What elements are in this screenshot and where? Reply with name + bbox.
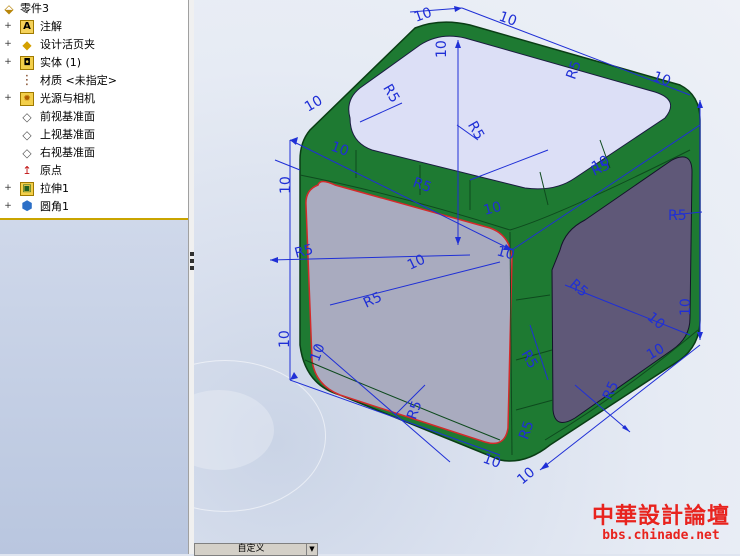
dimension-label: 10 <box>278 176 294 194</box>
dimension-label: 10 <box>302 93 325 116</box>
fillet-icon: ⬢ <box>21 199 33 214</box>
expand-icon[interactable]: + <box>4 58 12 67</box>
tree-root-label: 零件3 <box>20 2 49 15</box>
dimension-label: 10 <box>514 464 538 488</box>
tree-item-label: 前视基准面 <box>40 110 95 123</box>
part-icon: ⬙ <box>4 2 14 16</box>
extrude-icon: ▣ <box>20 182 34 196</box>
watermark-title: 中華設計論壇 <box>591 503 730 529</box>
plane-icon: ◇ <box>22 110 32 124</box>
feature-manager-panel: ⬙ 零件3 + A 注解 + ◆ 设计活页夹 + ◘ 实体 (1) ⋮ 材质 <… <box>0 0 188 554</box>
expand-icon[interactable]: + <box>4 94 12 103</box>
model-drawing[interactable]: 10 10 10 R5 10 R5 10 R5 10 10 R5 10 R5 1… <box>194 0 740 554</box>
dimension-label: R5 <box>668 208 687 224</box>
plane-icon: ◇ <box>22 128 32 142</box>
tree-item-label: 原点 <box>40 164 62 177</box>
tab-custom[interactable]: 自定义 <box>194 543 308 556</box>
lights-cameras-icon: ✹ <box>20 92 34 106</box>
tree-item-label: 光源与相机 <box>40 92 95 105</box>
dimension-label: 10 <box>277 330 293 348</box>
origin-icon: ↥ <box>22 164 32 177</box>
dimension-label: 10 <box>497 9 519 30</box>
design-binder-icon: ◆ <box>22 38 32 52</box>
material-icon: ⋮ <box>20 73 34 88</box>
annotation-icon: A <box>20 20 34 34</box>
dimension-label: 10 <box>412 5 434 26</box>
expand-icon[interactable]: + <box>4 40 12 49</box>
dimension-label: 10 <box>678 298 694 316</box>
tree-item-label: 右视基准面 <box>40 146 95 159</box>
dropdown-arrow-icon[interactable]: ▼ <box>306 543 318 556</box>
tree-item-label: 注解 <box>40 20 62 33</box>
tree-item-label: 上视基准面 <box>40 128 95 141</box>
feature-tree: ⬙ 零件3 + A 注解 + ◆ 设计活页夹 + ◘ 实体 (1) ⋮ 材质 <… <box>0 0 188 220</box>
watermark-url: bbs.chinade.net <box>602 528 720 543</box>
tree-item-label: 圆角1 <box>40 200 69 213</box>
expand-icon[interactable]: + <box>4 22 12 31</box>
tree-item-label: 拉伸1 <box>40 182 69 195</box>
expand-icon[interactable]: + <box>4 184 12 193</box>
tree-item-label: 设计活页夹 <box>40 38 95 51</box>
watermark: 中華設計論壇 bbs.chinade.net <box>586 498 736 548</box>
expand-icon[interactable]: + <box>4 202 12 211</box>
solid-bodies-icon: ◘ <box>20 56 34 70</box>
plane-icon: ◇ <box>22 146 32 160</box>
tree-item-label: 材质 <未指定> <box>40 74 117 87</box>
dimension-label: 10 <box>434 40 450 58</box>
graphics-viewport[interactable]: 10 10 10 R5 10 R5 10 R5 10 10 R5 10 R5 1… <box>194 0 740 554</box>
tree-item-label: 实体 (1) <box>40 56 82 69</box>
